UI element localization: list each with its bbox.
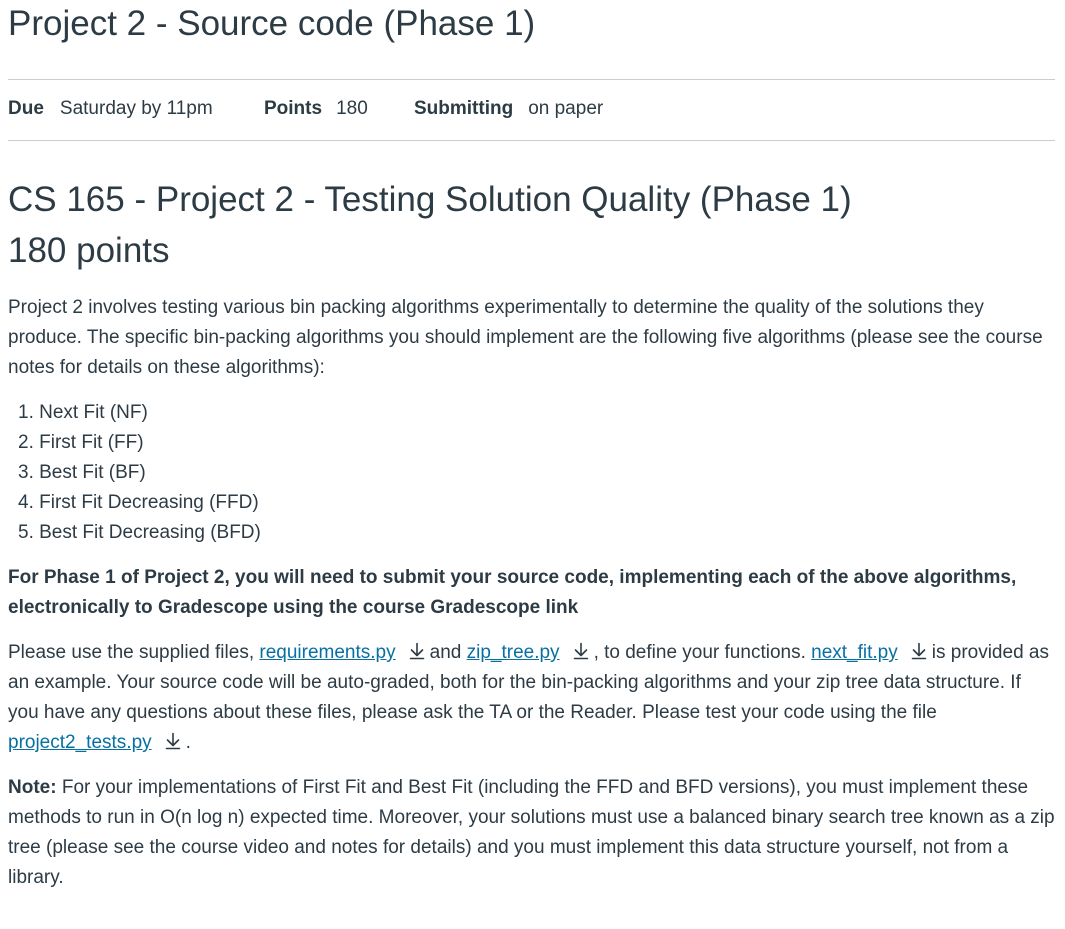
points-value: 180 <box>336 98 368 119</box>
list-item: 4. First Fit Decreasing (FFD) <box>18 492 259 513</box>
download-icon[interactable] <box>408 642 426 660</box>
page-title: Project 2 - Source code (Phase 1) <box>8 4 536 43</box>
points-detail: Points 180 <box>264 98 414 120</box>
download-icon[interactable] <box>572 642 590 660</box>
note-label: Note: <box>8 777 57 798</box>
list-item: 2. First Fit (FF) <box>18 432 144 453</box>
due-label: Due <box>8 98 44 119</box>
submitting-detail: Submitting on paper <box>414 98 603 120</box>
divider <box>8 79 1055 80</box>
intro-paragraph: Project 2 involves testing various bin p… <box>8 297 1043 378</box>
zip-tree-file-link[interactable]: zip_tree.py <box>467 642 560 663</box>
list-item: 1. Next Fit (NF) <box>18 402 148 423</box>
phase-instruction: For Phase 1 of Project 2, you will need … <box>8 567 1017 618</box>
note-text: For your implementations of First Fit an… <box>8 777 1055 888</box>
download-icon[interactable] <box>164 732 182 750</box>
next-fit-file-link[interactable]: next_fit.py <box>811 642 898 663</box>
content-subtitle: 180 points <box>8 231 170 270</box>
due-detail: Due Saturday by 11pm <box>8 98 264 120</box>
files-paragraph: Please use the supplied files, requireme… <box>8 638 1055 758</box>
requirements-file-link[interactable]: requirements.py <box>259 642 395 663</box>
submitting-label: Submitting <box>414 98 514 119</box>
files-text: Please use the supplied files, <box>8 642 260 663</box>
submitting-value: on paper <box>528 98 604 119</box>
project2-tests-file-link[interactable]: project2_tests.py <box>8 732 152 753</box>
algorithm-list: 1. Next Fit (NF) 2. First Fit (FF) 3. Be… <box>18 398 261 548</box>
list-item: 5. Best Fit Decreasing (BFD) <box>18 522 261 543</box>
note-paragraph: Note: For your implementations of First … <box>8 773 1055 893</box>
content-title: CS 165 - Project 2 - Testing Solution Qu… <box>8 180 852 219</box>
files-text: , to define your functions. <box>593 642 812 663</box>
due-value: Saturday by 11pm <box>59 98 213 119</box>
divider <box>8 140 1055 141</box>
points-label: Points <box>264 98 323 119</box>
files-text: . <box>185 732 191 753</box>
files-text: and <box>429 642 467 663</box>
download-icon[interactable] <box>910 642 928 660</box>
list-item: 3. Best Fit (BF) <box>18 462 146 483</box>
assignment-details: Due Saturday by 11pm Points 180 Submitti… <box>8 96 603 122</box>
